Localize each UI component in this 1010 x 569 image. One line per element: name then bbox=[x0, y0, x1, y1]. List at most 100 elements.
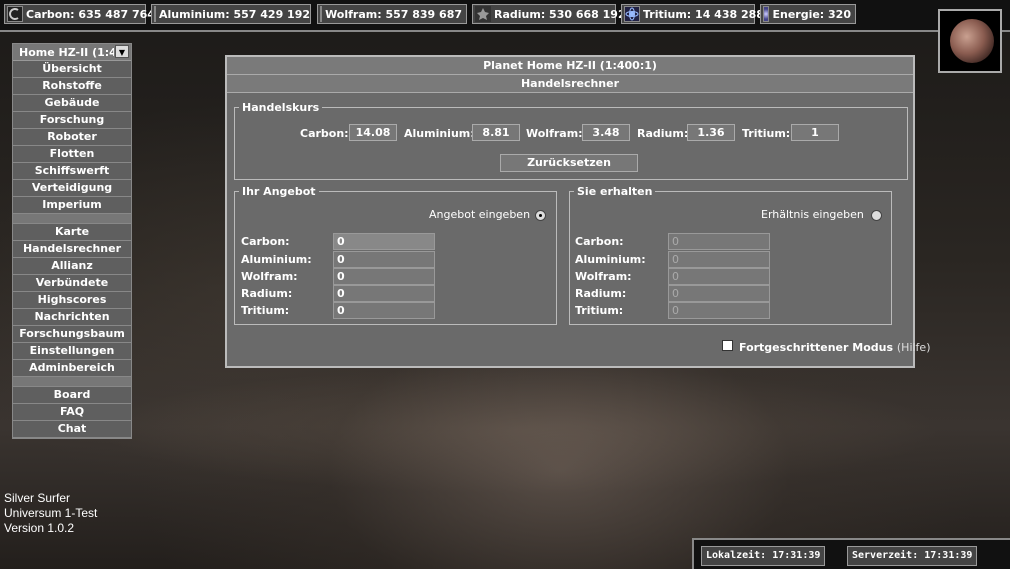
resource-aluminium: Aluminium: 557 429 192 bbox=[151, 4, 311, 24]
planet-image bbox=[950, 19, 994, 63]
receive-label-radium: Radium: bbox=[575, 287, 627, 300]
menu-item-faq[interactable]: FAQ bbox=[13, 404, 131, 421]
radium-icon bbox=[475, 6, 491, 22]
planet-select[interactable]: Home HZ-II (1:400:1) ▼ bbox=[13, 44, 131, 61]
menu-item-roboter[interactable]: Roboter bbox=[13, 129, 131, 146]
rate-wolfram-label: Wolfram: bbox=[526, 127, 583, 140]
sidebar-menu: Home HZ-II (1:400:1) ▼ Übersicht Rohstof… bbox=[12, 43, 132, 439]
version-label: Version 1.0.2 bbox=[4, 521, 75, 535]
receive-radio[interactable] bbox=[871, 210, 882, 221]
menu-item-nachrichten[interactable]: Nachrichten bbox=[13, 309, 131, 326]
receive-legend: Sie erhalten bbox=[577, 185, 653, 198]
rate-aluminium-input[interactable]: 8.81 bbox=[472, 124, 520, 141]
rate-carbon-label: Carbon: bbox=[300, 127, 349, 140]
resource-energy: Energie: 320 bbox=[760, 4, 856, 24]
offer-label-carbon: Carbon: bbox=[241, 235, 290, 248]
menu-item-flotten[interactable]: Flotten bbox=[13, 146, 131, 163]
user-name: Silver Surfer bbox=[4, 491, 71, 505]
chevron-down-icon[interactable]: ▼ bbox=[115, 45, 129, 58]
rate-carbon-input[interactable]: 14.08 bbox=[349, 124, 397, 141]
resource-tritium: Tritium: 14 438 288 bbox=[621, 4, 764, 24]
menu-item-allianz[interactable]: Allianz bbox=[13, 258, 131, 275]
menu-item-einstellungen[interactable]: Einstellungen bbox=[13, 343, 131, 360]
advanced-mode-text: Fortgeschrittener Modus bbox=[739, 341, 894, 354]
offer-input-carbon[interactable]: 0 bbox=[333, 233, 435, 250]
menu-item-adminbereich[interactable]: Adminbereich bbox=[13, 360, 131, 377]
resource-carbon: Carbon: 635 487 764 bbox=[4, 4, 155, 24]
menu-item-verbuendete[interactable]: Verbündete bbox=[13, 275, 131, 292]
carbon-icon bbox=[7, 6, 23, 22]
advanced-mode-checkbox[interactable] bbox=[722, 340, 733, 351]
planet-select-value: Home HZ-II (1:400:1) bbox=[19, 45, 114, 59]
menu-item-handelsrechner[interactable]: Handelsrechner bbox=[13, 241, 131, 258]
receive-label-aluminium: Aluminium: bbox=[575, 253, 646, 266]
receive-input-radium[interactable]: 0 bbox=[668, 285, 770, 302]
rate-radium-input[interactable]: 1.36 bbox=[687, 124, 735, 141]
resource-aluminium-label: Aluminium: 557 429 192 bbox=[159, 7, 311, 21]
receive-input-wolfram[interactable]: 0 bbox=[668, 268, 770, 285]
offer-legend: Ihr Angebot bbox=[242, 185, 316, 198]
receive-label-carbon: Carbon: bbox=[575, 235, 624, 248]
menu-divider bbox=[13, 377, 131, 387]
local-time: Lokalzeit: 17:31:39 bbox=[701, 546, 826, 566]
offer-input-tritium[interactable]: 0 bbox=[333, 302, 435, 319]
menu-item-forschung[interactable]: Forschung bbox=[13, 112, 131, 129]
offer-label-tritium: Tritium: bbox=[241, 304, 290, 317]
menu-item-imperium[interactable]: Imperium bbox=[13, 197, 131, 214]
resource-carbon-label: Carbon: 635 487 764 bbox=[26, 7, 155, 21]
menu-item-karte[interactable]: Karte bbox=[13, 224, 131, 241]
rate-radium-label: Radium: bbox=[637, 127, 689, 140]
clock-bar: Lokalzeit: 17:31:39 Serverzeit: 17:31:39 bbox=[692, 538, 1010, 569]
rate-tritium-label: Tritium: bbox=[742, 127, 791, 140]
offer-input-aluminium[interactable]: 0 bbox=[333, 251, 435, 268]
wolfram-icon bbox=[320, 6, 323, 22]
resource-wolfram: Wolfram: 557 839 687 bbox=[317, 4, 467, 24]
offer-radio[interactable] bbox=[535, 210, 546, 221]
offer-label-wolfram: Wolfram: bbox=[241, 270, 298, 283]
menu-item-forschungsbaum[interactable]: Forschungsbaum bbox=[13, 326, 131, 343]
offer-input-radium[interactable]: 0 bbox=[333, 285, 435, 302]
resource-radium-label: Radium: 530 668 192 bbox=[494, 7, 626, 21]
resource-tritium-label: Tritium: 14 438 288 bbox=[643, 7, 764, 21]
trade-calculator-panel: Planet Home HZ-II (1:400:1) Handelsrechn… bbox=[225, 55, 930, 368]
panel-title: Planet Home HZ-II (1:400:1) bbox=[227, 57, 913, 75]
rate-aluminium-label: Aluminium: bbox=[404, 127, 475, 140]
server-time: Serverzeit: 17:31:39 bbox=[847, 546, 978, 566]
offer-input-wolfram[interactable]: 0 bbox=[333, 268, 435, 285]
reset-button[interactable]: Zurücksetzen bbox=[500, 154, 638, 172]
receive-label-tritium: Tritium: bbox=[575, 304, 624, 317]
menu-item-verteidigung[interactable]: Verteidigung bbox=[13, 180, 131, 197]
menu-item-highscores[interactable]: Highscores bbox=[13, 292, 131, 309]
advanced-mode-label: Fortgeschrittener Modus (Hilfe) bbox=[739, 341, 930, 354]
receive-input-tritium[interactable]: 0 bbox=[668, 302, 770, 319]
resource-bar: Carbon: 635 487 764 Aluminium: 557 429 1… bbox=[0, 0, 1010, 32]
rates-legend: Handelskurs bbox=[242, 101, 320, 114]
menu-divider bbox=[13, 214, 131, 224]
menu-item-chat[interactable]: Chat bbox=[13, 421, 131, 438]
receive-radio-label: Erhältnis eingeben bbox=[761, 208, 864, 221]
panel-subtitle: Handelsrechner bbox=[227, 75, 913, 93]
tritium-icon bbox=[624, 6, 640, 22]
aluminium-icon bbox=[154, 6, 156, 22]
receive-input-aluminium[interactable]: 0 bbox=[668, 251, 770, 268]
offer-label-aluminium: Aluminium: bbox=[241, 253, 312, 266]
menu-item-gebaeude[interactable]: Gebäude bbox=[13, 95, 131, 112]
menu-item-board[interactable]: Board bbox=[13, 387, 131, 404]
receive-label-wolfram: Wolfram: bbox=[575, 270, 632, 283]
resource-energy-label: Energie: 320 bbox=[772, 7, 851, 21]
energy-icon bbox=[763, 6, 770, 22]
receive-input-carbon[interactable]: 0 bbox=[668, 233, 770, 250]
resource-wolfram-label: Wolfram: 557 839 687 bbox=[325, 7, 462, 21]
rate-tritium-input[interactable]: 1 bbox=[791, 124, 839, 141]
rate-wolfram-input[interactable]: 3.48 bbox=[582, 124, 630, 141]
offer-radio-label: Angebot eingeben bbox=[429, 208, 531, 221]
offer-label-radium: Radium: bbox=[241, 287, 293, 300]
help-link[interactable]: (Hilfe) bbox=[897, 341, 931, 354]
resource-radium: Radium: 530 668 192 bbox=[472, 4, 626, 24]
user-info: Silver Surfer Universum 1-Test Version 1… bbox=[4, 491, 97, 536]
menu-item-uebersicht[interactable]: Übersicht bbox=[13, 61, 131, 78]
universe-name: Universum 1-Test bbox=[4, 506, 98, 520]
planet-thumbnail[interactable] bbox=[938, 9, 1002, 73]
menu-item-rohstoffe[interactable]: Rohstoffe bbox=[13, 78, 131, 95]
menu-item-schiffswerft[interactable]: Schiffswerft bbox=[13, 163, 131, 180]
